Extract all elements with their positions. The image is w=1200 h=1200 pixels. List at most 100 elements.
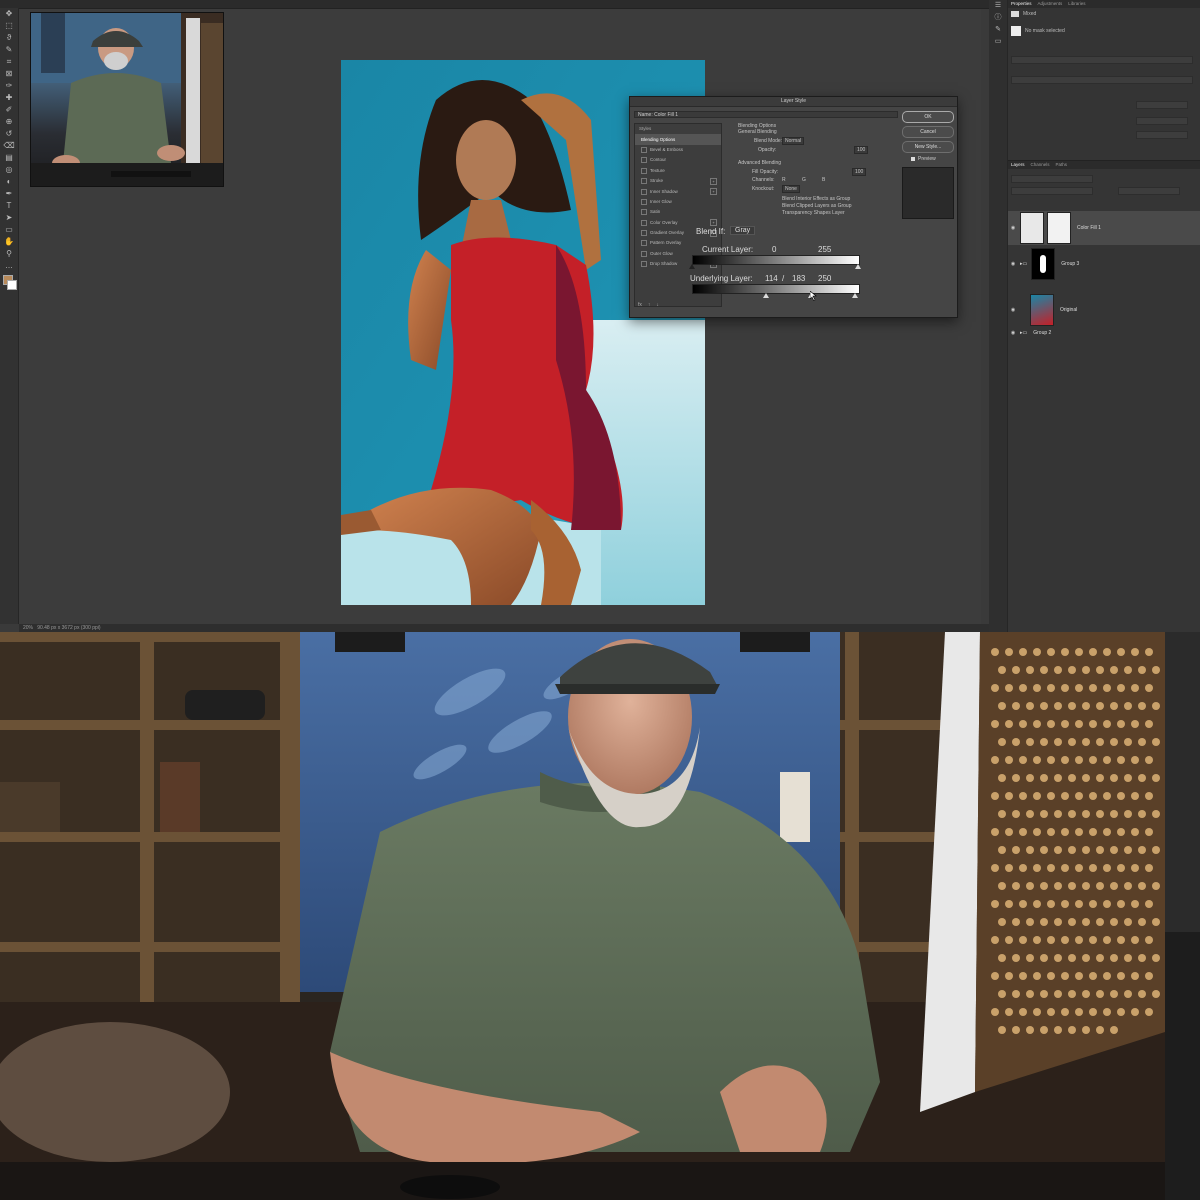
info-icon[interactable]: ⓘ — [989, 12, 1007, 24]
tab-adjustments[interactable]: Adjustments — [1038, 0, 1063, 8]
tab-libraries[interactable]: Libraries — [1068, 0, 1085, 8]
layer-row-group-2[interactable]: ◉ ▸▭ Group 2 — [1008, 327, 1200, 339]
move-down-icon[interactable]: ↓ — [656, 302, 659, 308]
add-style-icon[interactable]: + — [710, 177, 717, 185]
add-style-icon[interactable]: + — [710, 219, 717, 227]
style-checkbox[interactable] — [641, 209, 647, 216]
channel-r[interactable]: R — [782, 177, 786, 183]
fill-opacity-field[interactable]: 100 — [852, 168, 867, 176]
opacity-field[interactable]: 100 — [854, 146, 869, 154]
blend-clipped-option[interactable]: Blend Clipped Layers as Group — [782, 203, 852, 209]
background-color-swatch[interactable] — [7, 280, 17, 290]
layer-opacity[interactable] — [1118, 187, 1180, 195]
style-item-inner-glow[interactable]: Inner Glow — [635, 197, 721, 207]
blur-icon[interactable]: ◎ — [0, 164, 18, 176]
more-icon[interactable]: … — [0, 260, 18, 272]
shape-icon[interactable]: ▭ — [0, 224, 18, 236]
history-icon[interactable]: ☰ — [989, 0, 1007, 12]
layer-row-group-3[interactable]: ◉ ▸▭ Group 3 — [1008, 247, 1200, 281]
layer-row-color-fill[interactable]: ◉ Color Fill 1 — [1008, 211, 1200, 245]
props-title: Mixed — [1023, 11, 1037, 17]
eraser-icon[interactable]: ⌫ — [0, 140, 18, 152]
visibility-eye-icon[interactable]: ◉ — [1008, 225, 1018, 231]
cancel-button[interactable]: Cancel — [902, 126, 954, 138]
channel-g[interactable]: G — [802, 177, 806, 183]
style-item-satin[interactable]: Satin — [635, 207, 721, 217]
tab-channels[interactable]: Channels — [1031, 161, 1050, 169]
knockout-select[interactable]: None — [782, 185, 800, 193]
move-up-icon[interactable]: ↑ — [648, 302, 651, 308]
add-style-icon[interactable]: + — [710, 188, 717, 196]
dodge-icon[interactable]: ◐ — [0, 176, 18, 188]
frame-icon[interactable]: ⊠ — [0, 68, 18, 80]
props-button-3[interactable] — [1136, 131, 1188, 139]
layer-row-original[interactable]: ◉ Original — [1008, 293, 1200, 327]
style-checkbox[interactable] — [641, 198, 647, 205]
brush-icon[interactable]: ✐ — [0, 104, 18, 116]
current-layer-black-slider[interactable] — [689, 264, 695, 269]
gradient-icon[interactable]: ▤ — [0, 152, 18, 164]
layers-tabs: Layers Channels Paths — [1008, 161, 1200, 169]
props-slider-1[interactable] — [1011, 56, 1193, 64]
tab-properties[interactable]: Properties — [1011, 0, 1032, 8]
brush-settings-icon[interactable]: ✎ — [989, 24, 1007, 36]
tab-layers[interactable]: Layers — [1011, 161, 1025, 169]
style-item-blending-options[interactable]: Blending Options — [635, 134, 721, 145]
channel-b[interactable]: B — [822, 177, 825, 183]
comment-icon[interactable]: ▭ — [989, 36, 1007, 48]
pen-icon[interactable]: ✒ — [0, 188, 18, 200]
marquee-icon[interactable]: ⬚ — [0, 20, 18, 32]
style-checkbox[interactable] — [641, 261, 647, 268]
blend-mode-dropdown[interactable] — [1011, 187, 1093, 195]
props-slider-2[interactable] — [1011, 76, 1193, 84]
eyedropper-icon[interactable]: ✑ — [0, 80, 18, 92]
style-checkbox[interactable] — [641, 250, 647, 257]
fx-icon[interactable]: fx — [638, 302, 642, 308]
style-checkbox[interactable] — [641, 240, 647, 247]
layer-name-field[interactable]: Name: Color Fill 1 — [634, 111, 898, 118]
style-item-bevel-emboss[interactable]: Bevel & Emboss — [635, 145, 721, 155]
quick-select-icon[interactable]: ✎ — [0, 44, 18, 56]
underlying-layer-black-slider-left[interactable] — [763, 293, 770, 298]
color-swatches[interactable] — [0, 272, 18, 292]
style-checkbox[interactable] — [641, 167, 647, 174]
zoom-icon[interactable]: ⚲ — [0, 248, 18, 260]
blend-if-select[interactable]: Gray — [730, 226, 756, 235]
style-item-stroke[interactable]: Stroke + — [635, 176, 721, 186]
new-style-button[interactable]: New Style... — [902, 141, 954, 153]
hand-icon[interactable]: ✋ — [0, 236, 18, 248]
stamp-icon[interactable]: ⊕ — [0, 116, 18, 128]
style-checkbox[interactable] — [641, 219, 647, 226]
lasso-icon[interactable]: ϑ — [0, 32, 18, 44]
style-item-contour[interactable]: Contour — [635, 155, 721, 165]
style-checkbox[interactable] — [641, 157, 647, 164]
healing-icon[interactable]: ✚ — [0, 92, 18, 104]
tab-paths[interactable]: Paths — [1056, 161, 1068, 169]
blend-mode-select[interactable]: Normal — [782, 137, 805, 145]
blend-interior-option[interactable]: Blend Interior Effects as Group — [782, 196, 850, 202]
underlying-layer-white-slider[interactable] — [851, 293, 858, 298]
style-checkbox[interactable] — [641, 146, 647, 153]
style-checkbox[interactable] — [641, 230, 647, 237]
zoom-readout[interactable]: 20% — [23, 625, 33, 631]
visibility-eye-icon[interactable]: ◉ — [1008, 261, 1018, 267]
history-brush-icon[interactable]: ↺ — [0, 128, 18, 140]
crop-icon[interactable]: ⌗ — [0, 56, 18, 68]
layer-filter[interactable] — [1011, 175, 1093, 183]
props-button-2[interactable] — [1136, 117, 1188, 125]
path-select-icon[interactable]: ➤ — [0, 212, 18, 224]
transparency-shapes-option[interactable]: Transparency Shapes Layer — [782, 210, 845, 216]
type-icon[interactable]: T — [0, 200, 18, 212]
style-item-texture[interactable]: Texture — [635, 166, 721, 176]
ok-button[interactable]: OK — [902, 111, 954, 123]
style-checkbox[interactable] — [641, 188, 647, 195]
current-layer-white-slider[interactable] — [855, 264, 861, 269]
preview-checkbox[interactable]: Preview — [911, 156, 936, 162]
style-checkbox[interactable] — [641, 178, 647, 185]
move-icon[interactable]: ✥ — [0, 8, 18, 20]
props-button-1[interactable] — [1136, 101, 1188, 109]
style-item-inner-shadow[interactable]: Inner Shadow + — [635, 186, 721, 196]
visibility-eye-icon[interactable]: ◉ — [1008, 307, 1018, 313]
visibility-eye-icon[interactable]: ◉ — [1008, 330, 1018, 336]
style-preview-swatch — [902, 167, 954, 219]
